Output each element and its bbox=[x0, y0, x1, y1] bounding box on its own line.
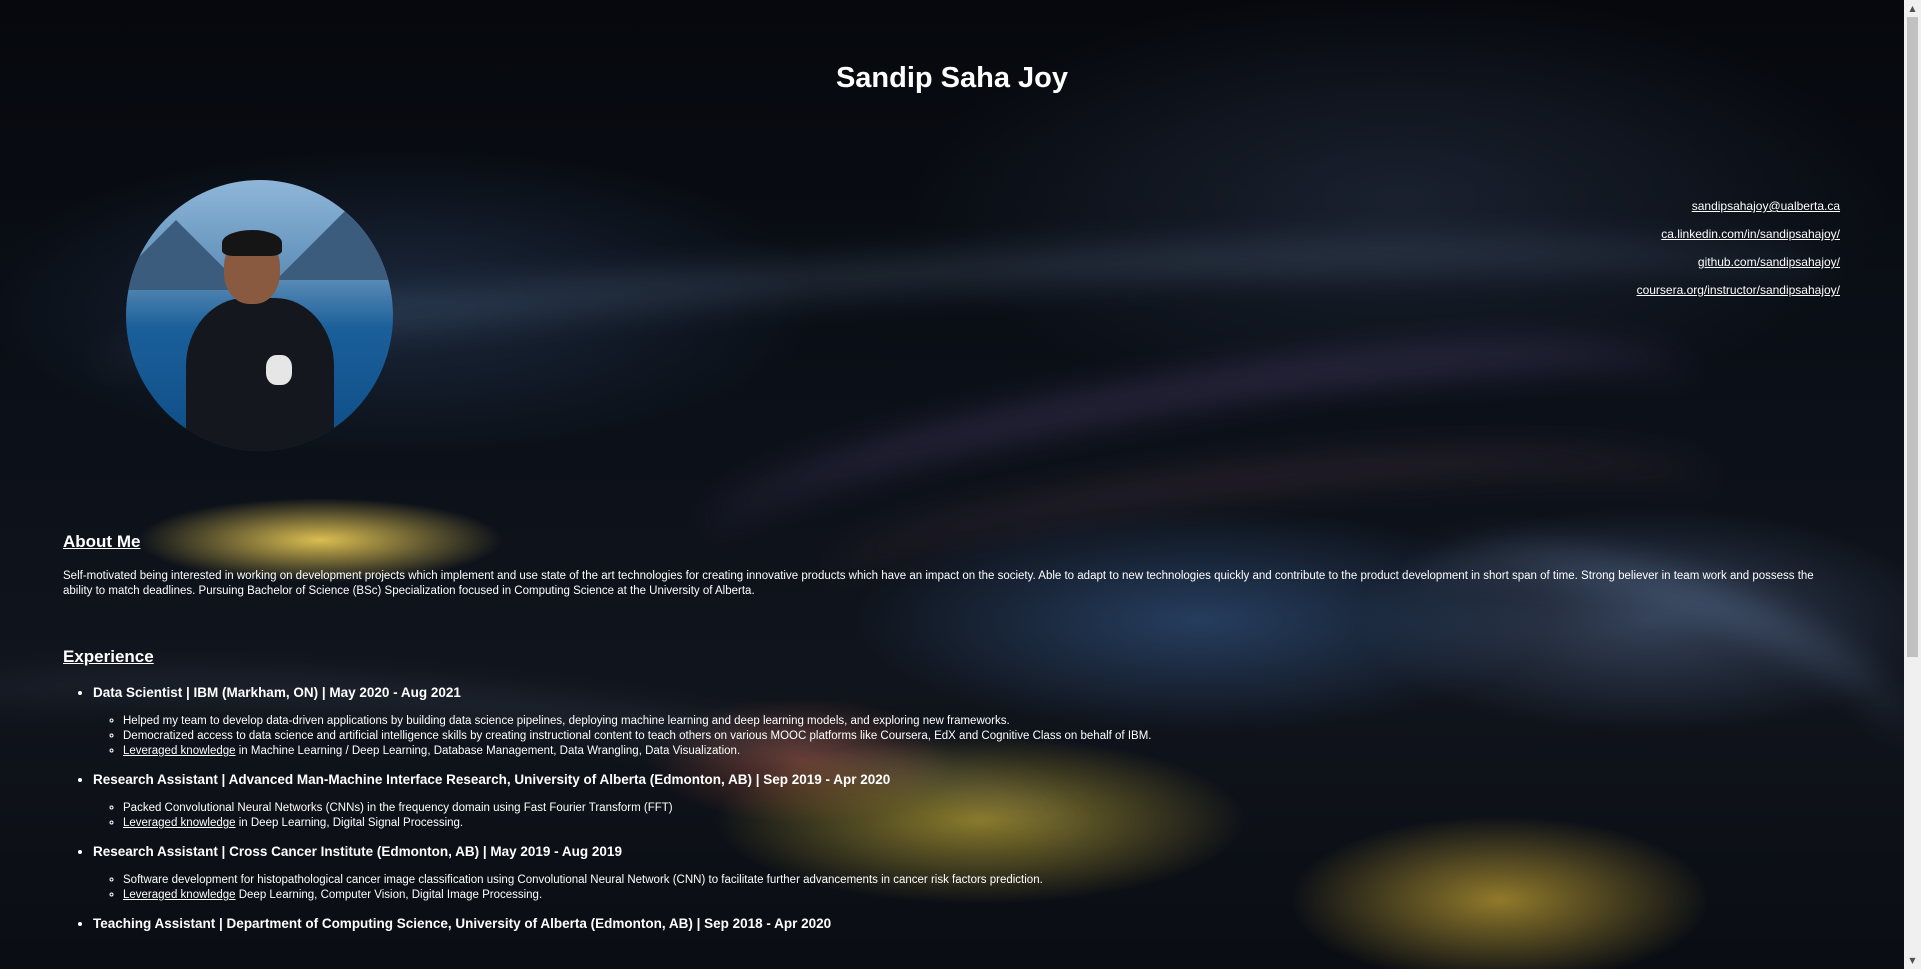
bullet-text: Deep Learning, Computer Vision, Digital … bbox=[235, 889, 543, 901]
experience-bullets: Software development for histopathologic… bbox=[93, 873, 1873, 903]
about-text: Self-motivated being interested in worki… bbox=[63, 570, 1814, 597]
email-link[interactable]: sandipsahajoy@ualberta.ca bbox=[1637, 192, 1840, 220]
scroll-down-arrow-icon[interactable]: ▼ bbox=[1904, 952, 1921, 969]
experience-title: Teaching Assistant | Department of Compu… bbox=[93, 916, 832, 931]
leveraged-knowledge-link[interactable]: Leveraged knowledge bbox=[123, 745, 236, 757]
photo-mountain bbox=[276, 210, 393, 280]
experience-title: Research Assistant | Advanced Man-Machin… bbox=[93, 772, 891, 787]
experience-bullet: Democratized access to data science and … bbox=[123, 729, 1873, 744]
github-link[interactable]: github.com/sandipsahajoy/ bbox=[1637, 248, 1840, 276]
experience-bullets: Helped my team to develop data-driven ap… bbox=[93, 714, 1873, 759]
coursera-link[interactable]: coursera.org/instructor/sandipsahajoy/ bbox=[1637, 276, 1840, 304]
experience-item: Teaching Assistant | Department of Compu… bbox=[93, 915, 1873, 933]
experience-bullets: Packed Convolutional Neural Networks (CN… bbox=[93, 801, 1873, 831]
experience-heading: Experience bbox=[63, 647, 154, 666]
experience-bullet: Leveraged knowledge in Machine Learning … bbox=[123, 744, 1873, 759]
about-heading: About Me bbox=[63, 532, 141, 551]
bullet-text: in Machine Learning / Deep Learning, Dat… bbox=[235, 745, 741, 757]
profile-photo bbox=[126, 180, 393, 451]
vertical-scrollbar[interactable]: ▲ ▼ bbox=[1904, 0, 1921, 969]
page-title: Sandip Saha Joy bbox=[835, 62, 1069, 94]
photo-person-body bbox=[186, 298, 334, 451]
bullet-text: in Deep Learning, Digital Signal Process… bbox=[235, 817, 464, 829]
experience-bullet: Software development for histopathologic… bbox=[123, 873, 1873, 888]
page: Sandip Saha Joy sandipsahajoy@ualberta.c… bbox=[0, 0, 1921, 969]
experience-bullet: Helped my team to develop data-driven ap… bbox=[123, 714, 1873, 729]
experience-bullet: Packed Convolutional Neural Networks (CN… bbox=[123, 801, 1873, 816]
experience-title: Research Assistant | Cross Cancer Instit… bbox=[93, 844, 622, 859]
photo-shirt-logo bbox=[266, 355, 292, 385]
linkedin-link[interactable]: ca.linkedin.com/in/sandipsahajoy/ bbox=[1637, 220, 1840, 248]
scrollbar-thumb[interactable] bbox=[1907, 17, 1918, 657]
experience-item: Data Scientist | IBM (Markham, ON) | May… bbox=[93, 684, 1873, 759]
experience-title: Data Scientist | IBM (Markham, ON) | May… bbox=[93, 685, 461, 700]
bullet-text: Software development for histopathologic… bbox=[123, 874, 1043, 886]
experience-list: Data Scientist | IBM (Markham, ON) | May… bbox=[63, 684, 1873, 945]
experience-bullet: Leveraged knowledge Deep Learning, Compu… bbox=[123, 888, 1873, 903]
bullet-text: Packed Convolutional Neural Networks (CN… bbox=[123, 802, 673, 814]
bullet-text: Helped my team to develop data-driven ap… bbox=[123, 715, 1010, 727]
leveraged-knowledge-link[interactable]: Leveraged knowledge bbox=[123, 889, 236, 901]
scroll-up-arrow-icon[interactable]: ▲ bbox=[1904, 0, 1921, 17]
experience-item: Research Assistant | Cross Cancer Instit… bbox=[93, 843, 1873, 903]
experience-item: Research Assistant | Advanced Man-Machin… bbox=[93, 771, 1873, 831]
bullet-text: Democratized access to data science and … bbox=[123, 730, 1152, 742]
photo-person-hair bbox=[222, 230, 282, 256]
experience-bullet: Leveraged knowledge in Deep Learning, Di… bbox=[123, 816, 1873, 831]
leveraged-knowledge-link[interactable]: Leveraged knowledge bbox=[123, 817, 236, 829]
contact-links: sandipsahajoy@ualberta.ca ca.linkedin.co… bbox=[1637, 192, 1840, 304]
